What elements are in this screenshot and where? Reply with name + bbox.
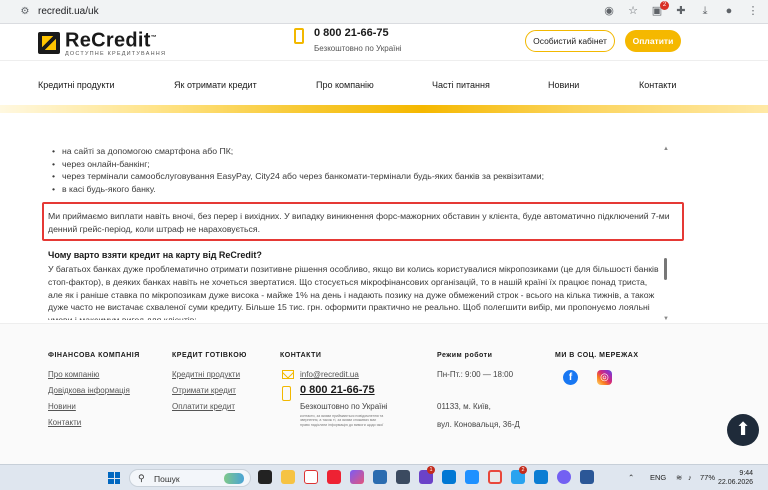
footer-link-about[interactable]: Про компанію [48, 370, 99, 379]
app-icon[interactable] [442, 470, 456, 484]
app-icon[interactable] [534, 470, 548, 484]
viber-icon[interactable] [557, 470, 571, 484]
footer-address-city: 01133, м. Київ, [437, 402, 491, 411]
nav-item-credit-products[interactable]: Кредитні продукти [38, 80, 115, 90]
wifi-icon[interactable]: ≋ [676, 473, 682, 482]
instagram-icon[interactable]: ◎ [597, 370, 612, 385]
battery-percent[interactable]: 77% [700, 473, 715, 482]
clock-time: 9:44 [739, 470, 754, 477]
footer-link-pay-credit[interactable]: Оплатити кредит [172, 402, 235, 411]
highlight-text: Ми приймаємо виплати навіть вночі, без п… [48, 211, 670, 234]
bookmark-star-icon[interactable]: ☆ [626, 4, 640, 18]
scroll-down-arrow-icon[interactable]: ▼ [663, 316, 669, 322]
list-item: через онлайн-банкінг; [52, 158, 658, 171]
footer-link-info[interactable]: Довідкова інформація [48, 386, 130, 395]
footer-cash-credit-title: КРЕДИТ ГОТІВКОЮ [172, 352, 247, 359]
hero-banner-strip [0, 105, 768, 113]
phone-icon [282, 386, 291, 401]
dropbox-icon[interactable] [465, 470, 479, 484]
footer-link-contacts[interactable]: Контакти [48, 418, 81, 427]
footer-social-title: МИ В СОЦ. МЕРЕЖАХ [555, 352, 639, 359]
logo[interactable]: ReCredit™ ДОСТУПНЕ КРЕДИТУВАННЯ [38, 28, 166, 58]
footer-link-get-credit[interactable]: Отримати кредит [172, 386, 236, 395]
site-info-icon[interactable]: ⚙ [18, 5, 32, 19]
windows-start-icon[interactable] [108, 472, 120, 484]
mail-icon [282, 370, 294, 379]
list-item: через термінали самообслуговування EasyP… [52, 170, 658, 183]
tray-chevron-icon[interactable]: ⌃ [628, 473, 634, 482]
browser-address-bar: ⚙ recredit.ua/uk ◉ ☆ ▣ 2 ✚ ⤓ ● ⋮ [0, 0, 768, 24]
question-text: У багатьох банках дуже проблематично отр… [48, 264, 659, 320]
header-phone[interactable]: 0 800 21-66-75 [314, 27, 389, 39]
nav-item-how-to-get[interactable]: Як отримати кредит [174, 80, 257, 90]
taskbar-badge: 2 [519, 466, 527, 474]
eye-off-icon[interactable]: ◉ [602, 4, 616, 18]
header-phone-subtitle: Безкоштовно по Україні [314, 44, 402, 53]
profile-icon[interactable]: ● [722, 4, 736, 18]
app-icon[interactable] [396, 470, 410, 484]
logo-tagline: ДОСТУПНЕ КРЕДИТУВАННЯ [65, 50, 167, 57]
scrollbar-thumb[interactable] [664, 258, 667, 280]
footer-link-news[interactable]: Новини [48, 402, 76, 411]
nav-item-news[interactable]: Новини [548, 80, 579, 90]
nav-item-about[interactable]: Про компанію [316, 80, 374, 90]
logo-mark-icon [38, 31, 60, 54]
nav-item-contacts[interactable]: Контакти [639, 80, 676, 90]
footer-phone-subtitle: Безкоштовно по Україні [300, 402, 388, 411]
footer-hours-title: Режим роботи [437, 352, 493, 359]
list-item: на сайті за допомогою смартфона або ПК; [52, 145, 658, 158]
footer-company-title: ФІНАНСОВА КОМПАНІЯ [48, 352, 140, 359]
taskbar-search-placeholder: Пошук [154, 474, 180, 484]
site-footer: ФІНАНСОВА КОМПАНІЯ Про компанію Довідков… [0, 323, 768, 464]
taskbar-app-icon[interactable] [258, 470, 272, 484]
facebook-icon[interactable]: f [563, 370, 578, 385]
search-icon: ⚲ [138, 473, 145, 483]
scroll-up-arrow-icon[interactable]: ▲ [663, 146, 669, 152]
file-explorer-icon[interactable] [281, 470, 295, 484]
personal-cabinet-button[interactable]: Особистий кабінет [525, 30, 615, 52]
list-item: в касі будь-якого банку. [52, 183, 658, 196]
extension-badge: 2 [660, 1, 669, 10]
word-icon[interactable] [580, 470, 594, 484]
extensions-puzzle-icon[interactable]: ✚ [674, 4, 688, 18]
app-icon[interactable] [373, 470, 387, 484]
scroll-to-top-button[interactable]: ⬆ [727, 414, 759, 446]
download-icon[interactable]: ⤓ [698, 4, 712, 18]
main-nav: Кредитні продукти Як отримати кредит Про… [0, 60, 768, 110]
logo-name: ReCredit [65, 29, 151, 52]
extension-icon[interactable]: ▣ 2 [650, 1, 669, 18]
system-clock[interactable]: 9:44 22.06.2026 [718, 469, 754, 487]
taskbar-badge: 1 [427, 466, 435, 474]
footer-hours: Пн-Пт.: 9:00 — 18:00 [437, 370, 514, 379]
taskbar-search[interactable]: ⚲ Пошук [129, 469, 251, 487]
nav-item-faq[interactable]: Часті питання [432, 80, 490, 90]
footer-contacts-title: КОНТАКТИ [280, 352, 322, 359]
payment-methods-list: на сайті за допомогою смартфона або ПК; … [48, 145, 658, 195]
copilot-icon[interactable] [350, 470, 364, 484]
question-title: Чому варто взяти кредит на карту від ReC… [48, 250, 262, 260]
logo-trademark: ™ [150, 35, 158, 41]
windows-taskbar: ⚲ Пошук 1 2 ⌃ ENG ≋ ♪ 77% 9:44 22.06.202… [0, 464, 768, 490]
chrome-icon[interactable] [488, 470, 502, 484]
footer-address-street: вул. Коновальця, 36-Д [437, 420, 520, 429]
footer-phone[interactable]: 0 800 21-66-75 [300, 384, 375, 396]
opera-gx-icon[interactable] [327, 470, 341, 484]
keyboard-language[interactable]: ENG [650, 473, 666, 482]
clock-date: 22.06.2026 [718, 479, 754, 486]
content-scrollbar[interactable]: ▲ ▼ [662, 146, 670, 322]
footer-email-link[interactable]: info@recredit.ua [300, 370, 359, 379]
site-header: ReCredit™ ДОСТУПНЕ КРЕДИТУВАННЯ 0 800 21… [0, 24, 768, 60]
footer-fine-print: контакти, за якими приймаються повідомле… [300, 414, 384, 427]
phone-icon [294, 28, 304, 44]
opera-icon[interactable] [304, 470, 318, 484]
volume-icon[interactable]: ♪ [688, 473, 692, 482]
search-highlight-icon [224, 473, 244, 484]
menu-kebab-icon[interactable]: ⋮ [746, 4, 760, 18]
url-field[interactable]: recredit.ua/uk [38, 6, 99, 17]
pay-button[interactable]: Оплатити [625, 30, 681, 52]
footer-link-credit-products[interactable]: Кредитні продукти [172, 370, 240, 379]
